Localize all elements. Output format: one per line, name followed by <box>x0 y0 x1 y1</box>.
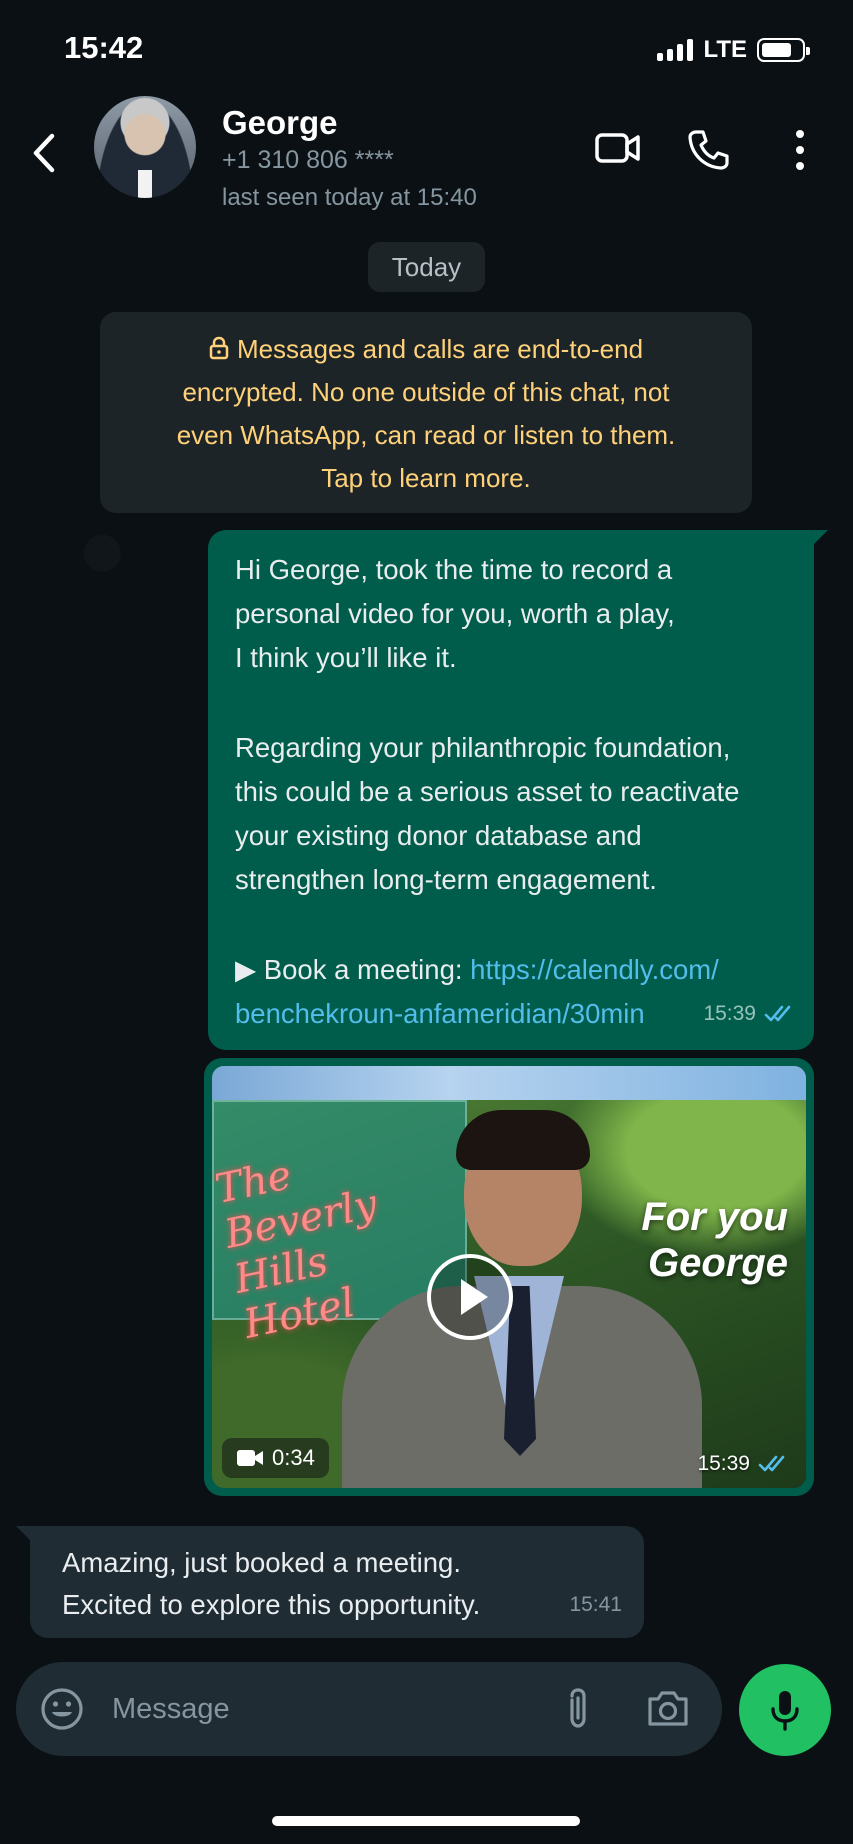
calendly-link[interactable]: https://calendly.com/ <box>470 954 719 985</box>
encryption-line-3: even WhatsApp, can read or listen to the… <box>176 420 676 450</box>
microphone-icon <box>771 1691 799 1731</box>
message-line: I think you’ll like it. <box>235 642 457 673</box>
signal-icon <box>657 39 694 61</box>
chat-screen: 15:42 LTE George +1 310 806 **** last se… <box>0 0 853 1844</box>
video-thumbnail[interactable]: The Beverly Hills Hotel For you George 0… <box>212 1066 806 1488</box>
video-duration-badge: 0:34 <box>222 1438 329 1478</box>
back-arrow-icon[interactable] <box>24 128 64 178</box>
message-line: your existing donor database and <box>235 820 642 851</box>
network-label: LTE <box>703 36 747 63</box>
voice-call-icon[interactable] <box>686 128 730 172</box>
booking-line: ▶ Book a meeting: https://calendly.com/ <box>235 948 786 992</box>
last-seen-status: last seen today at 15:40 <box>222 184 477 211</box>
video-camera-icon <box>237 1450 263 1466</box>
booking-prefix: ▶ Book a meeting: <box>235 954 471 985</box>
message-time: 15:41 <box>569 1593 622 1616</box>
message-time: 15:39 <box>703 1002 756 1025</box>
encryption-learn-more[interactable]: Tap to learn more. <box>140 457 712 500</box>
message-line: Hi George, took the time to record a <box>235 554 673 585</box>
encryption-text-1: Messages and calls are end-to-end <box>236 334 644 364</box>
message-line: strengthen long-term engagement. <box>235 864 657 895</box>
camera-icon[interactable] <box>646 1688 690 1728</box>
read-receipt-icon <box>764 1005 791 1022</box>
read-receipt-icon <box>758 1455 785 1472</box>
message-meta: 15:39 <box>703 992 796 1036</box>
encryption-notice[interactable]: Messages and calls are end-to-end encryp… <box>100 312 752 513</box>
message-composer <box>16 1662 722 1756</box>
video-meta: 15:39 <box>697 1452 790 1476</box>
battery-icon <box>757 38 810 62</box>
message-line: Excited to explore this opportunity. <box>62 1589 481 1620</box>
home-indicator[interactable] <box>272 1816 580 1826</box>
contact-name[interactable]: George <box>222 104 338 142</box>
contact-avatar[interactable] <box>94 96 196 198</box>
chat-header: George +1 310 806 **** last seen today a… <box>0 90 853 220</box>
lock-icon <box>209 336 229 360</box>
video-message-bubble[interactable]: The Beverly Hills Hotel For you George 0… <box>204 1058 814 1496</box>
message-line: Amazing, just booked a meeting. <box>62 1547 461 1578</box>
status-bar: 15:42 LTE <box>0 0 853 100</box>
status-indicators: LTE <box>657 36 810 64</box>
message-input[interactable] <box>112 1684 552 1734</box>
calendly-link-continued[interactable]: benchekroun-anfameridian/30min <box>235 998 645 1029</box>
message-line: personal video for you, worth a play, <box>235 598 675 629</box>
video-duration: 0:34 <box>272 1445 315 1470</box>
encryption-line-2: encrypted. No one outside of this chat, … <box>182 377 670 407</box>
status-time: 15:42 <box>64 30 144 65</box>
video-call-icon[interactable] <box>594 128 642 168</box>
contact-phone: +1 310 806 **** <box>222 146 394 174</box>
attachment-icon[interactable] <box>564 1686 592 1732</box>
message-line: this could be a serious asset to reactiv… <box>235 776 740 807</box>
encryption-line-1: Messages and calls are end-to-end <box>140 328 712 371</box>
more-options-icon[interactable] <box>786 128 814 172</box>
incoming-message-bubble[interactable]: Amazing, just booked a meeting. Excited … <box>16 1526 644 1638</box>
outgoing-message-bubble[interactable]: Hi George, took the time to record a per… <box>208 530 828 1050</box>
video-time: 15:39 <box>697 1452 750 1475</box>
video-overlay-text: For you George <box>641 1195 788 1285</box>
voice-message-button[interactable] <box>739 1664 831 1756</box>
message-line: Regarding your philanthropic foundation, <box>235 732 731 763</box>
date-separator: Today <box>368 242 485 292</box>
emoji-icon[interactable] <box>40 1687 84 1731</box>
play-icon[interactable] <box>425 1252 515 1342</box>
